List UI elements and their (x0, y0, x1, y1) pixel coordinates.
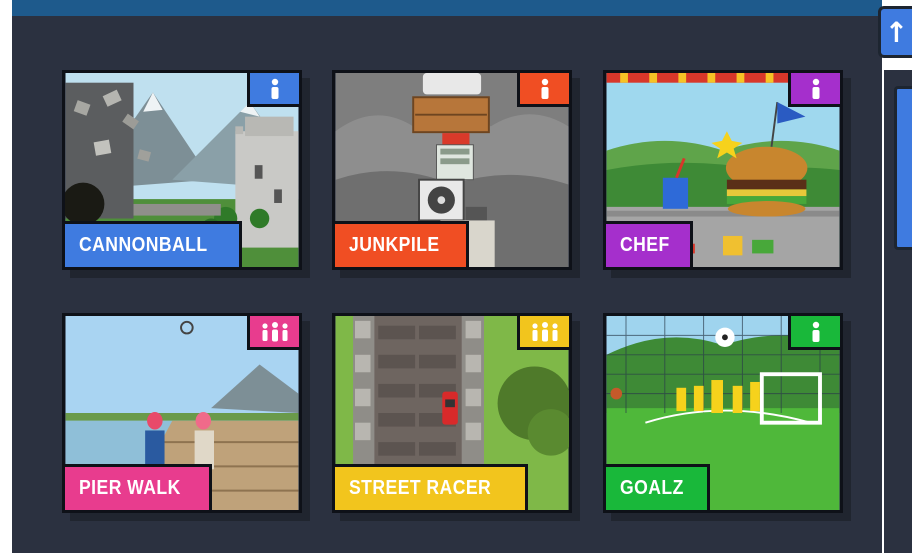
player-count-badge (247, 316, 299, 350)
game-title-label: PIER WALK (65, 464, 212, 510)
game-title-label: CANNONBALL (65, 221, 243, 267)
player-count-badge (517, 316, 569, 350)
game-tile-chef[interactable]: CHEF (603, 70, 843, 270)
game-tile-junkpile[interactable]: JUNKPILE (332, 70, 572, 270)
game-title-label: JUNKPILE (335, 221, 469, 267)
arrow-up-icon: ↑ (884, 16, 909, 49)
player-count-badge (247, 73, 299, 107)
game-tile-goalz[interactable]: GOALZ (603, 313, 843, 513)
game-tile-cannonball[interactable]: CANNONBALL (62, 70, 302, 270)
scroll-up-button[interactable]: ↑ (878, 6, 912, 58)
scrollbar-thumb[interactable] (894, 86, 912, 250)
single-player-icon (812, 78, 819, 99)
top-bar (12, 0, 882, 16)
game-title-label: STREET RACER (335, 464, 528, 510)
multi-player-icon (261, 321, 288, 341)
single-player-icon (812, 321, 819, 342)
player-count-badge (788, 316, 840, 350)
single-player-icon (541, 78, 548, 99)
game-title-label: GOALZ (606, 464, 710, 510)
game-tile-street-racer[interactable]: STREET RACER (332, 313, 572, 513)
single-player-icon (271, 78, 278, 99)
game-title-label: CHEF (606, 221, 694, 267)
game-tile-pier-walk[interactable]: PIER WALK (62, 313, 302, 513)
multi-player-icon (531, 321, 558, 341)
player-count-badge (788, 73, 840, 107)
player-count-badge (517, 73, 569, 107)
